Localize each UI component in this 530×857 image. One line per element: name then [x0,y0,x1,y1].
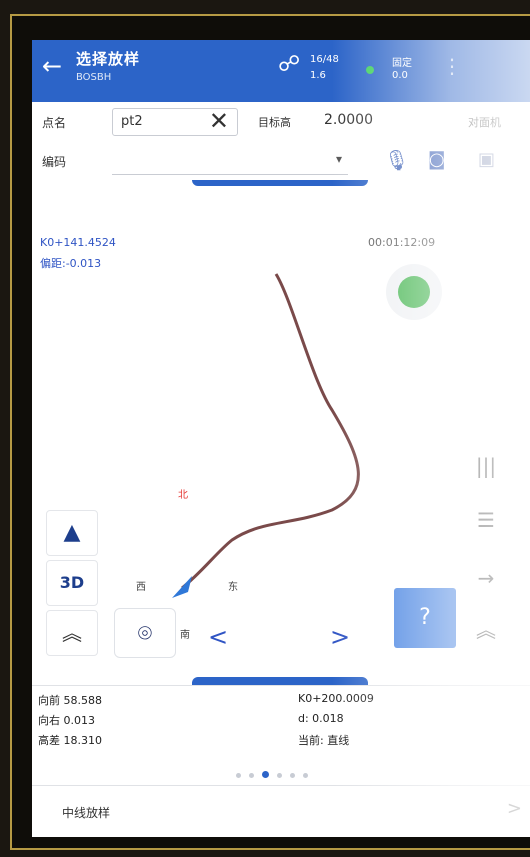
info-panel: 向前 58.588 向右 0.013 高差 18.310 K0+200.0009… [32,685,530,786]
station-value: K0+141.4524 [40,236,116,249]
page-dot[interactable] [262,771,269,778]
right-distance: 向右 0.013 [38,714,95,727]
satellite-pdop: 1.6 [310,70,326,81]
status-dot-icon [398,276,430,308]
deviation-value: d: 0.018 [298,712,344,725]
code-label: 编码 [42,155,67,169]
status-indicator[interactable] [386,264,442,320]
previous-button[interactable]: < [196,620,240,654]
page-indicator[interactable] [232,768,332,778]
title-group: 选择放样 BOSBH [76,48,140,83]
screen: ← 选择放样 BOSBH ☍ 16/48 1.6 固定 0.0 ⋮ 点名 pt2… [32,40,530,837]
chevron-right-icon[interactable]: > [507,798,522,819]
help-button[interactable]: ? [394,588,456,648]
fix-precision: 0.0 [392,70,408,81]
expand-up-button[interactable]: ︽ [46,610,98,656]
collapse-icon[interactable]: ︽ [468,612,504,648]
page-title: 选择放样 [76,50,141,68]
gallery-icon[interactable]: ▣ [478,149,495,170]
direction-icon[interactable]: → [468,560,504,596]
target-height-label: 目标高 [258,116,291,129]
footer-label: 中线放样 [62,806,111,820]
current-element: 当前: 直线 [298,734,350,747]
point-name-label: 点名 [42,116,67,130]
height-difference: 高差 18.310 [38,734,102,747]
fix-type: 固定 [392,58,412,69]
back-arrow-icon[interactable]: ← [38,52,66,80]
next-button[interactable]: > [318,620,362,654]
fix-dot-icon [366,66,374,74]
microphone-icon[interactable]: 🎙 [384,148,409,172]
navigation-arrow-button[interactable]: ▲ [46,510,98,556]
clear-icon[interactable]: ✕ [209,107,229,135]
page-dot[interactable] [277,773,282,778]
fix-status[interactable]: 固定 0.0 [362,50,432,90]
compass-west: 西 [136,582,146,593]
point-name-value: pt2 [121,114,143,129]
satellite-icon: ☍ [278,52,301,77]
code-input[interactable]: ▾ [112,146,348,175]
satellite-count: 16/48 [310,54,339,65]
app-bar: ← 选择放样 BOSBH ☍ 16/48 1.6 固定 0.0 ⋮ [32,40,530,102]
three-d-button[interactable]: 3D [46,560,98,606]
elapsed-time: 00:01:12:09 [368,236,436,249]
camera-icon[interactable]: ◙ [428,149,445,170]
device: ← 选择放样 BOSBH ☍ 16/48 1.6 固定 0.0 ⋮ 点名 pt2… [0,0,530,857]
compass-south: 南 [180,630,190,641]
chevron-down-icon[interactable]: ▾ [336,152,342,166]
satellite-status[interactable]: ☍ 16/48 1.6 [278,50,358,90]
point-row: 点名 pt2 ✕ 目标高 2.0000 对面机 [32,102,530,141]
footer-bar[interactable]: 中线放样 > [32,785,530,837]
target-height-value[interactable]: 2.0000 [324,112,373,128]
page-dot[interactable] [290,773,295,778]
page-dot[interactable] [236,773,241,778]
offset-value: 偏距:-0.013 [40,257,102,270]
road-line [181,273,360,590]
code-row: 编码 ▾ 🎙 ◙ ▣ [32,140,530,181]
point-name-input[interactable]: pt2 ✕ [112,107,238,136]
compass-east: 东 [228,582,238,593]
position-marker [172,576,192,598]
forward-distance: 向前 58.588 [38,694,102,707]
page-dot[interactable] [303,773,308,778]
compass-north: 北 [178,490,188,501]
list-icon[interactable]: ☰ [468,502,504,538]
height-extra-label: 对面机 [468,116,501,129]
target-station: K0+200.0009 [298,692,374,705]
page-subtitle: BOSBH [76,72,112,83]
locate-button[interactable]: ⌾ [114,608,176,658]
map-view[interactable]: K0+141.4524 偏距:-0.013 00:01:12:09 北 东 西 … [32,180,530,685]
menu-icon[interactable]: ⋮ [442,54,462,78]
layers-icon[interactable]: ||| [468,448,504,484]
page-dot[interactable] [249,773,254,778]
bottom-drawer-handle[interactable] [192,677,368,685]
